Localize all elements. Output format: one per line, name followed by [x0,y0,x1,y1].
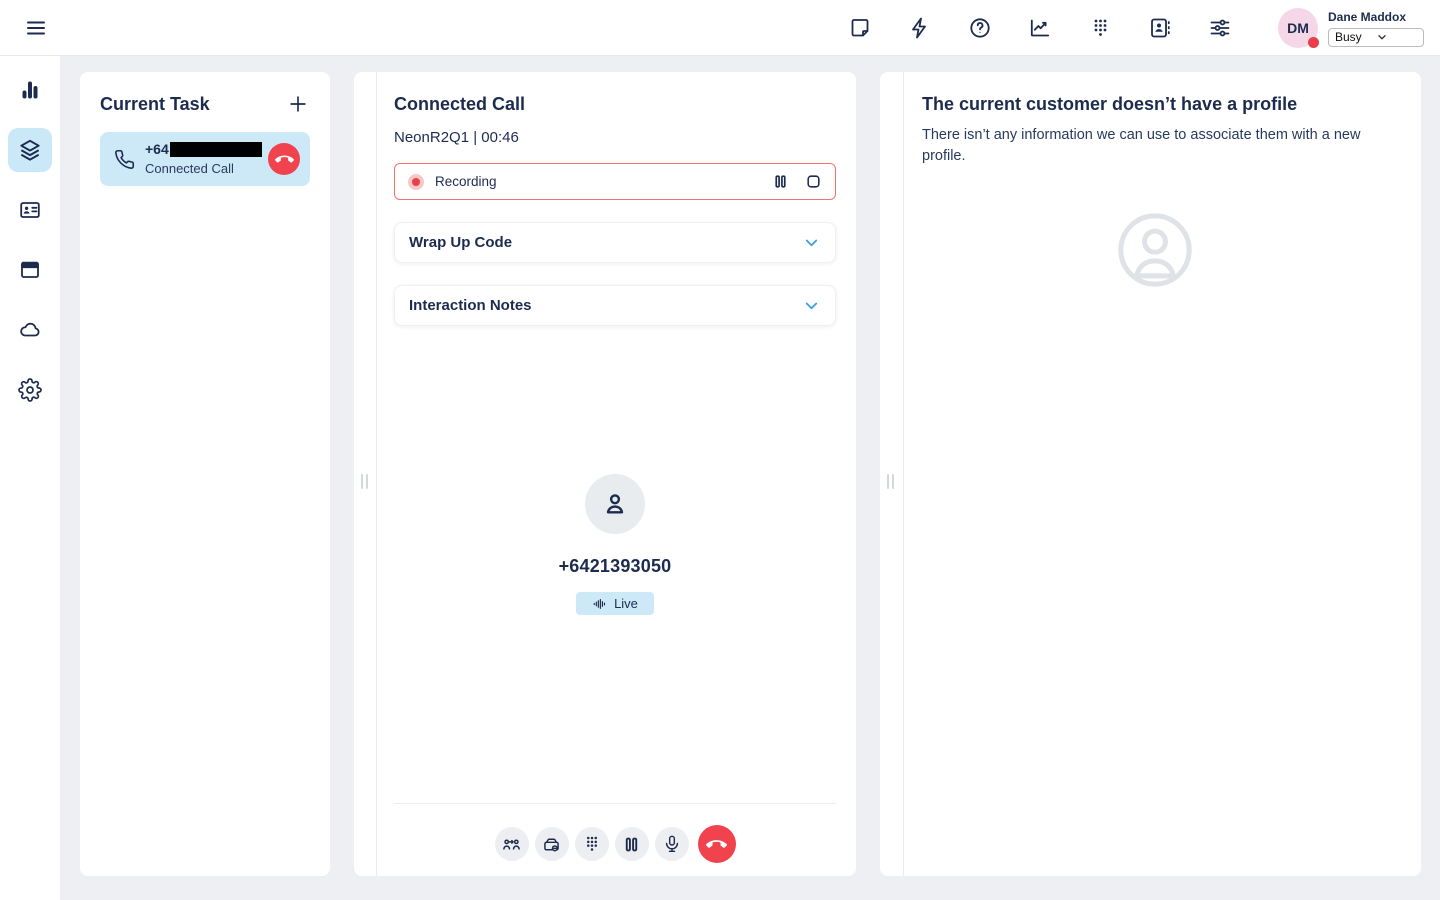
preferences-button[interactable] [1202,10,1238,46]
waveform-icon [592,597,607,611]
recording-dot-icon [408,174,424,190]
end-call-icon [706,834,727,855]
status-select[interactable]: Busy [1328,28,1424,47]
connected-call-title: Connected Call [394,94,836,115]
transfer-icon [501,834,522,855]
live-badge: Live [576,592,654,615]
hold-call-button[interactable] [615,827,649,861]
recording-label: Recording [435,174,497,189]
note-icon [848,16,872,40]
task-end-call-button[interactable] [268,143,300,175]
dialpad-button[interactable] [1082,10,1118,46]
pause-recording-button[interactable] [771,173,789,191]
avatar-initials: DM [1287,20,1309,36]
sidebar-item-contacts[interactable] [8,188,52,232]
panel-resize-handle-right[interactable] [880,72,904,876]
analytics-button[interactable] [1022,10,1058,46]
lightning-icon [908,16,932,40]
contacts-book-icon [1148,16,1172,40]
recording-device-icon [541,834,562,855]
mute-button[interactable] [655,827,689,861]
hamburger-menu-button[interactable] [20,12,52,44]
plus-icon [287,93,309,115]
sidebar-item-settings[interactable] [8,368,52,412]
user-cluster: DM Dane Maddox Busy [1278,8,1424,48]
wrap-up-code-accordion[interactable]: Wrap Up Code [394,222,836,263]
task-phone-number: +64 [145,141,169,159]
status-select-value: Busy [1335,30,1376,44]
quick-actions-button[interactable] [902,10,938,46]
current-task-panel: Current Task +64 Connected Call [80,72,330,876]
settings-gear-icon [18,378,42,402]
end-call-icon [275,150,294,169]
contacts-button[interactable] [1142,10,1178,46]
pause-icon [772,173,789,190]
contact-card-icon [18,198,42,222]
drag-handle-icon [361,474,368,489]
sidebar-item-analytics[interactable] [8,68,52,112]
chevron-down-icon[interactable] [802,233,821,252]
bar-chart-icon [18,78,42,102]
drag-handle-icon [887,474,894,489]
busy-status-dot [1308,37,1319,48]
add-task-button[interactable] [286,92,310,116]
contact-avatar [585,474,645,534]
recording-banner: Recording [394,163,836,200]
panel-resize-handle-left[interactable] [354,72,377,876]
chevron-down-icon [1376,31,1417,43]
live-label: Live [614,596,638,611]
task-status-label: Connected Call [145,161,262,177]
end-call-button[interactable] [698,825,736,863]
help-button[interactable] [962,10,998,46]
sidebar-item-cloud[interactable] [8,308,52,352]
contact-phone-number: +6421393050 [559,556,672,577]
user-name: Dane Maddox [1328,10,1424,24]
hold-icon [622,835,641,854]
task-card-connected-call[interactable]: +64 Connected Call [100,132,310,186]
avatar[interactable]: DM [1278,8,1318,48]
window-icon [18,258,42,282]
call-toolbar [394,803,836,876]
call-queue-name: NeonR2Q1 [394,129,469,146]
call-subtitle: NeonR2Q1 | 00:46 [394,129,836,146]
no-profile-description: There isn’t any information we can use t… [922,125,1387,168]
customer-profile-panel: The current customer doesn’t have a prof… [880,72,1421,876]
redaction-bar [170,142,262,157]
sidebar-item-workspace[interactable] [8,248,52,292]
recording-device-button[interactable] [535,827,569,861]
dialpad-icon [1088,16,1112,40]
call-timer: 00:46 [481,129,519,146]
stop-recording-button[interactable] [804,173,822,191]
sidebar [0,56,60,900]
call-subtitle-separator: | [473,129,477,146]
help-icon [968,16,992,40]
person-icon [600,489,630,519]
topbar: DM Dane Maddox Busy [0,0,1440,56]
connected-call-panel: Connected Call NeonR2Q1 | 00:46 Recordin… [354,72,856,876]
wrap-up-code-label: Wrap Up Code [409,234,512,251]
microphone-icon [662,834,682,854]
phone-icon [114,149,135,170]
current-task-title: Current Task [100,94,210,115]
preferences-icon [1208,16,1232,40]
transfer-call-button[interactable] [495,827,529,861]
hamburger-icon [24,16,48,40]
stop-icon [805,173,822,190]
cloud-icon [18,318,42,342]
note-button[interactable] [842,10,878,46]
dialpad-button[interactable] [575,827,609,861]
sidebar-item-tasks[interactable] [8,128,52,172]
profile-placeholder-icon [1115,210,1195,290]
no-profile-title: The current customer doesn’t have a prof… [922,94,1387,115]
analytics-icon [1028,16,1052,40]
main-content: Current Task +64 Connected Call [60,56,1440,900]
layers-icon [17,137,43,163]
dialpad-icon [582,834,602,854]
